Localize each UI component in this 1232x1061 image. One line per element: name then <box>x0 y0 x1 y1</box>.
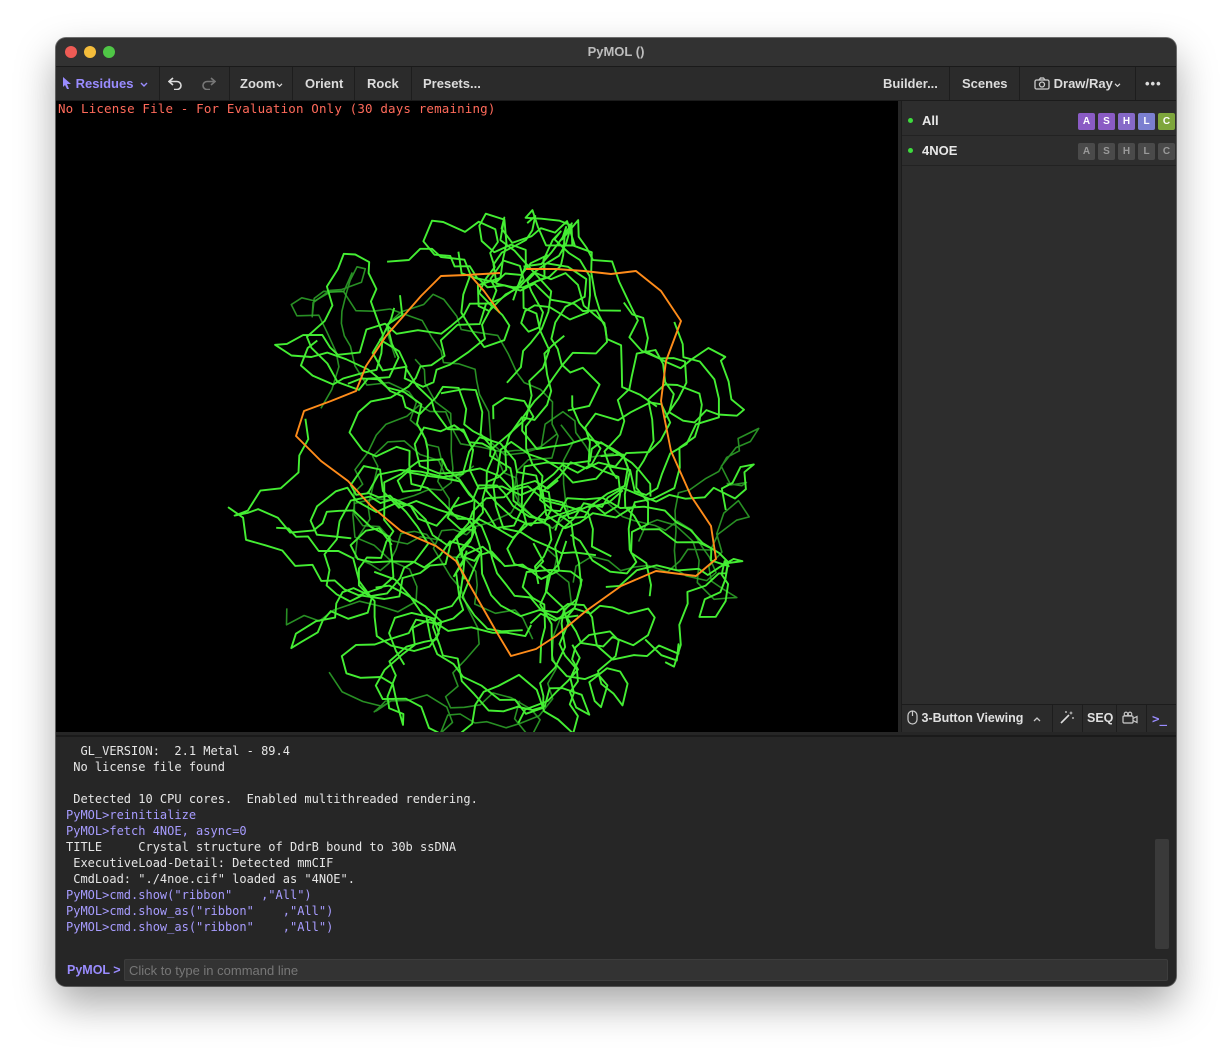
color-button[interactable]: C <box>1158 143 1175 160</box>
viewing-mode-label: 3-Button Viewing <box>921 711 1024 725</box>
wizard-button[interactable] <box>1060 705 1075 732</box>
object-row-4noe[interactable]: 4NOE ASHLC <box>902 136 1176 166</box>
console-command-line: PyMOL>cmd.show("ribbon" ,"All") <box>66 888 312 902</box>
console-output-line: GL_VERSION: 2.1 Metal - 89.4 <box>66 744 290 758</box>
draw-ray-label: Draw/Ray <box>1053 76 1113 91</box>
selection-mode-label: Residues <box>75 76 134 91</box>
molecular-viewport[interactable]: No License File - For Evaluation Only (3… <box>56 101 898 732</box>
protein-chain <box>600 453 744 618</box>
object-name[interactable]: All <box>922 113 939 128</box>
license-warning: No License File - For Evaluation Only (3… <box>58 101 496 116</box>
object-action-buttons: ASHLC <box>1075 111 1175 130</box>
command-bar: PyMOL > <box>56 956 1176 986</box>
hide-button[interactable]: H <box>1118 113 1135 130</box>
undo-button[interactable] <box>167 67 183 100</box>
protein-chain <box>357 458 476 652</box>
label-button[interactable]: L <box>1138 113 1155 130</box>
chain-bright-group <box>227 209 755 732</box>
protein-ribbon-view <box>227 209 760 732</box>
cursor-arrow-icon <box>63 77 71 89</box>
zoom-label: Zoom <box>240 76 276 91</box>
command-prompt: PyMOL > <box>67 963 121 977</box>
scenes-button[interactable]: Scenes <box>962 67 1008 100</box>
builder-button[interactable]: Builder... <box>883 67 938 100</box>
sequence-button[interactable]: SEQ <box>1087 705 1113 732</box>
object-panel: All ASHLC 4NOE ASHLC 3-Button Viewing SE… <box>901 101 1176 732</box>
show-button[interactable]: S <box>1098 143 1115 160</box>
command-line-input[interactable] <box>124 959 1168 981</box>
console-toggle-button[interactable]: >_ <box>1152 705 1167 732</box>
movie-camera-icon <box>1122 711 1138 724</box>
orient-button[interactable]: Orient <box>305 67 343 100</box>
console-command-line: PyMOL>fetch 4NOE, async=0 <box>66 824 247 838</box>
color-button[interactable]: C <box>1158 113 1175 130</box>
protein-chain <box>492 321 720 557</box>
camera-icon <box>1034 77 1050 90</box>
console-scrollbar[interactable] <box>1155 839 1169 949</box>
title-bar[interactable]: PyMOL () <box>56 38 1176 67</box>
protein-chain <box>337 247 525 356</box>
action-button[interactable]: A <box>1078 143 1095 160</box>
console-command-line: PyMOL>cmd.show_as("ribbon" ,"All") <box>66 920 334 934</box>
object-row-all[interactable]: All ASHLC <box>902 106 1176 136</box>
selection-mode-dropdown[interactable]: Residues <box>62 67 148 100</box>
console-command-line: PyMOL>cmd.show_as("ribbon" ,"All") <box>66 904 334 918</box>
zoom-button[interactable]: Zoom <box>240 67 283 100</box>
movie-button[interactable] <box>1122 705 1138 732</box>
more-options-button[interactable]: ••• <box>1145 67 1162 100</box>
window-title: PyMOL () <box>587 44 645 59</box>
console-output-line: CmdLoad: "./4noe.cif" loaded as "4NOE". <box>66 872 355 886</box>
console-output-line: ExecutiveLoad-Detail: Detected mmCIF <box>66 856 334 870</box>
toolbar: Residues Zoom Orient Rock Presets... Bui… <box>56 67 1176 101</box>
chevron-down-icon <box>1114 83 1121 88</box>
console-output-line: Detected 10 CPU cores. Enabled multithre… <box>66 792 478 806</box>
console-command-line: PyMOL>reinitialize <box>66 808 197 822</box>
presets-button[interactable]: Presets... <box>423 67 481 100</box>
chevron-up-icon <box>1033 717 1041 722</box>
chevron-down-icon <box>140 82 148 87</box>
show-button[interactable]: S <box>1098 113 1115 130</box>
magic-wand-icon <box>1060 711 1074 724</box>
enabled-indicator[interactable] <box>908 148 913 153</box>
pymol-window: PyMOL () Residues Zoom Orient Rock Prese… <box>56 38 1176 986</box>
viewing-mode-dropdown[interactable]: 3-Button Viewing <box>907 705 1041 732</box>
rock-button[interactable]: Rock <box>367 67 399 100</box>
panel-bottom-bar: 3-Button Viewing SEQ >_ <box>902 704 1176 732</box>
mouse-icon <box>907 710 918 725</box>
undo-icon <box>167 77 182 91</box>
enabled-indicator[interactable] <box>908 118 913 123</box>
protein-chain <box>603 301 745 480</box>
console-output: GL_VERSION: 2.1 Metal - 89.4 No license … <box>56 735 1176 955</box>
draw-ray-button[interactable]: Draw/Ray <box>1034 67 1121 100</box>
redo-icon <box>202 77 217 91</box>
protein-chain <box>569 383 703 597</box>
console-output-line: TITLE Crystal structure of DdrB bound to… <box>66 840 457 854</box>
hide-button[interactable]: H <box>1118 143 1135 160</box>
chevron-down-icon <box>276 83 283 88</box>
redo-button[interactable] <box>201 67 217 100</box>
action-button[interactable]: A <box>1078 113 1095 130</box>
console-output-line: No license file found <box>66 760 225 774</box>
console-log: GL_VERSION: 2.1 Metal - 89.4 No license … <box>66 743 478 935</box>
object-action-buttons: ASHLC <box>1075 141 1175 160</box>
label-button[interactable]: L <box>1138 143 1155 160</box>
object-name[interactable]: 4NOE <box>922 143 957 158</box>
